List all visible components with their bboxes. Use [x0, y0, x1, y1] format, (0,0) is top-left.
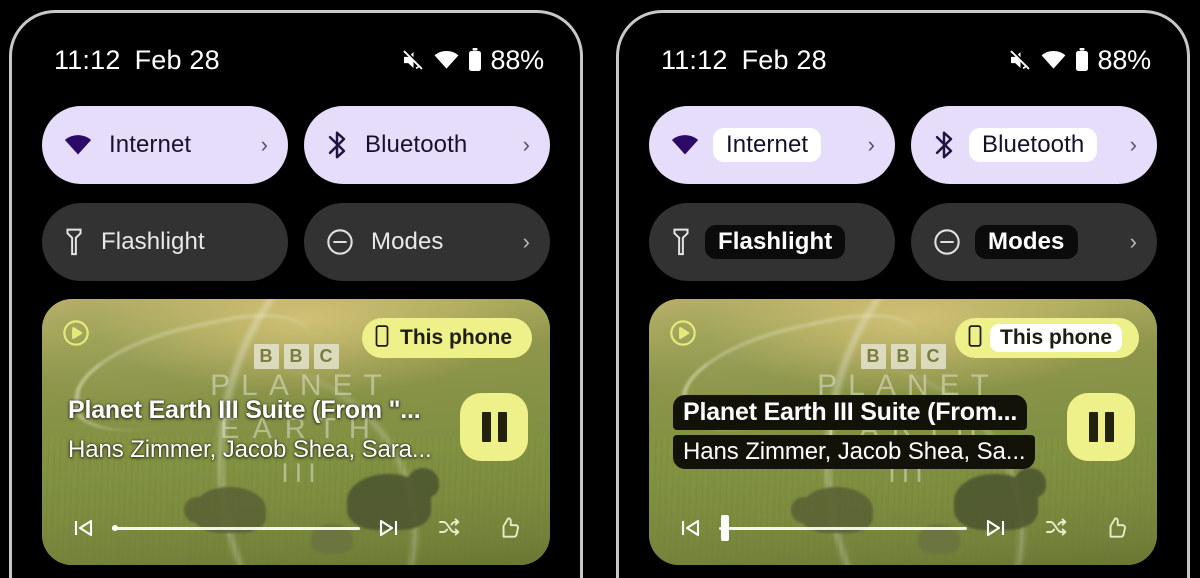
previous-track-icon[interactable]: [64, 511, 102, 545]
tile-bluetooth[interactable]: Bluetooth ›: [911, 106, 1157, 184]
next-track-icon[interactable]: [370, 511, 408, 545]
bluetooth-icon: [326, 131, 348, 159]
pause-bar: [1088, 412, 1098, 442]
phone-standard: 11:12 Feb 28 88% Internet › Bluetooth › …: [9, 10, 583, 578]
tile-label-modes: Modes: [975, 225, 1078, 259]
quick-settings-row-1: Internet › Bluetooth ›: [643, 106, 1163, 184]
quick-settings-row-2: Flashlight Modes ›: [643, 203, 1163, 281]
pause-bar: [1104, 412, 1114, 442]
track-title: Planet Earth III Suite (From...: [673, 395, 1028, 430]
wifi-icon: [434, 50, 459, 70]
track-title: Planet Earth III Suite (From "...: [68, 396, 421, 424]
comparison-stage: 11:12 Feb 28 88% Internet › Bluetooth › …: [0, 0, 1200, 578]
tile-modes[interactable]: Modes ›: [304, 203, 550, 281]
tile-label-bluetooth: Bluetooth: [365, 131, 468, 158]
tile-internet[interactable]: Internet ›: [649, 106, 895, 184]
tile-label-flashlight: Flashlight: [705, 225, 846, 259]
battery-icon: [1075, 48, 1089, 72]
tile-modes[interactable]: Modes ›: [911, 203, 1157, 281]
bluetooth-icon: [933, 131, 955, 159]
chevron-right-icon[interactable]: ›: [1130, 231, 1137, 253]
tile-flashlight[interactable]: Flashlight: [649, 203, 895, 281]
battery-percent: 88%: [1097, 44, 1152, 75]
next-track-icon[interactable]: [977, 511, 1015, 545]
pause-bar: [481, 412, 491, 442]
shuffle-icon[interactable]: [1037, 511, 1075, 545]
progress-bar-track: [719, 526, 967, 530]
shuffle-icon[interactable]: [430, 511, 468, 545]
status-time: 11:12: [661, 44, 728, 75]
status-bar: 11:12 Feb 28 88%: [643, 33, 1163, 87]
phone-icon: [968, 324, 982, 352]
wifi-icon: [671, 134, 699, 156]
volume-mute-icon: [1008, 48, 1032, 72]
pause-button[interactable]: [1067, 393, 1135, 461]
output-switcher-chip[interactable]: This phone: [362, 318, 532, 358]
progress-bar-track: [112, 526, 360, 530]
chevron-right-icon[interactable]: ›: [523, 134, 530, 156]
progress-thumb[interactable]: [112, 525, 118, 531]
status-bar-left: 11:12 Feb 28: [661, 45, 827, 76]
play-circle-icon: [669, 319, 697, 347]
screen-high-contrast: 11:12 Feb 28 88% Internet › Bluetooth › …: [619, 13, 1187, 578]
status-bar-left: 11:12 Feb 28: [54, 45, 220, 76]
tile-flashlight[interactable]: Flashlight: [42, 203, 288, 281]
flashlight-icon: [64, 228, 84, 256]
tile-label-flashlight: Flashlight: [101, 228, 205, 255]
play-circle-icon: [62, 319, 90, 347]
status-bar: 11:12 Feb 28 88%: [36, 33, 556, 87]
flashlight-icon: [671, 228, 691, 256]
track-info: Planet Earth III Suite (From... Hans Zim…: [673, 395, 1073, 474]
chevron-right-icon[interactable]: ›: [868, 134, 875, 156]
phone-high-contrast: 11:12 Feb 28 88% Internet › Bluetooth › …: [616, 10, 1190, 578]
status-time: 11:12: [54, 44, 121, 75]
phone-icon: [375, 324, 389, 352]
output-chip-label: This phone: [400, 326, 512, 349]
chevron-right-icon[interactable]: ›: [523, 231, 530, 253]
chevron-right-icon[interactable]: ›: [261, 134, 268, 156]
pause-button[interactable]: [460, 393, 528, 461]
previous-track-icon[interactable]: [671, 511, 709, 545]
status-bar-right: 88%: [1008, 45, 1151, 76]
tile-internet[interactable]: Internet ›: [42, 106, 288, 184]
output-switcher-chip[interactable]: This phone: [955, 318, 1139, 358]
wifi-icon: [64, 134, 92, 156]
minus-circle-icon: [933, 228, 961, 256]
pause-bar: [497, 412, 507, 442]
media-player-card[interactable]: B B C PLANET EARTH III: [42, 299, 550, 565]
minus-circle-icon: [326, 228, 354, 256]
volume-mute-icon: [401, 48, 425, 72]
progress-slider[interactable]: [112, 511, 360, 545]
status-bar-right: 88%: [401, 45, 544, 76]
wifi-icon: [1041, 50, 1066, 70]
tile-label-internet: Internet: [109, 131, 192, 158]
status-date: Feb 28: [741, 44, 827, 75]
media-player-card[interactable]: B B C PLANET EARTH III: [649, 299, 1157, 565]
track-artist: Hans Zimmer, Jacob Shea, Sa...: [673, 435, 1036, 469]
chevron-right-icon[interactable]: ›: [1130, 134, 1137, 156]
screen-standard: 11:12 Feb 28 88% Internet › Bluetooth › …: [12, 13, 580, 578]
battery-percent: 88%: [490, 44, 545, 75]
transport-controls: [671, 511, 1135, 545]
battery-icon: [468, 48, 482, 72]
tile-bluetooth[interactable]: Bluetooth ›: [304, 106, 550, 184]
progress-thumb[interactable]: [721, 515, 729, 541]
track-info: Planet Earth III Suite (From "... Hans Z…: [66, 395, 461, 470]
quick-settings-row-2: Flashlight Modes ›: [36, 203, 556, 281]
thumbs-up-icon[interactable]: [1097, 511, 1135, 545]
tile-label-modes: Modes: [371, 228, 444, 255]
transport-controls: [64, 511, 528, 545]
tile-label-bluetooth: Bluetooth: [969, 128, 1098, 162]
track-artist: Hans Zimmer, Jacob Shea, Sara...: [68, 436, 432, 463]
thumbs-up-icon[interactable]: [490, 511, 528, 545]
output-chip-label: This phone: [990, 324, 1122, 352]
status-date: Feb 28: [134, 44, 220, 75]
tile-label-internet: Internet: [713, 128, 822, 162]
quick-settings-row-1: Internet › Bluetooth ›: [36, 106, 556, 184]
progress-slider[interactable]: [719, 511, 967, 545]
